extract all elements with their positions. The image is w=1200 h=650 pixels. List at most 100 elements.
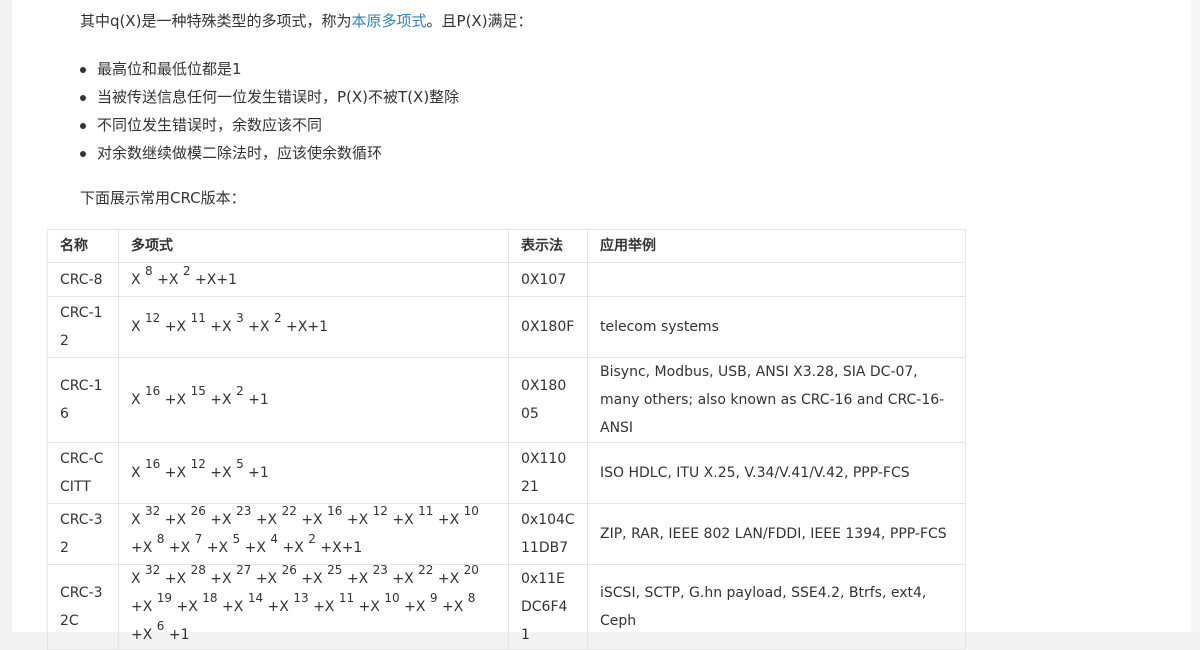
polynomial-term: +X	[244, 540, 266, 556]
polynomial-term: +X	[168, 540, 191, 556]
polynomial-exponent: 8	[467, 591, 476, 605]
polynomial-term: X	[131, 392, 141, 408]
polynomial-cell: X 32 +X 28 +X 27 +X 26 +X 25 +X 23 +X 22…	[118, 563, 509, 650]
table-row: CRC-CCITT X 16 +X 12 +X 5 +1 0X11021 ISO HD…	[47, 442, 966, 504]
article-page: 其中q(X)是一种特殊类型的多项式，称为本原多项式。且P(X)满足： 最高位和最…	[12, 0, 1200, 650]
polynomial-term: +X	[210, 319, 232, 335]
polynomial-exponent: 10	[384, 591, 400, 605]
header-representation: 表示法	[508, 229, 588, 263]
polynomial-exponent: 5	[236, 457, 244, 471]
polynomial-cell: X 16 +X 12 +X 5 +1	[118, 442, 509, 504]
polynomial-exponent: 16	[327, 504, 343, 518]
polynomial-term: +X	[392, 571, 414, 587]
polynomial-term: +X	[346, 571, 369, 587]
polynomial-exponent: 14	[247, 591, 264, 605]
polynomial-term: +X	[164, 319, 187, 335]
header-application: 应用举例	[587, 229, 966, 263]
primitive-polynomial-link[interactable]: 本原多项式	[352, 12, 427, 30]
representation-cell: 0X180F	[508, 296, 588, 358]
polynomial-exponent: 6	[156, 619, 165, 633]
polynomial-exponent: 15	[190, 384, 206, 398]
polynomial-exponent: 11	[338, 591, 355, 605]
polynomial-term: +X	[157, 271, 179, 288]
polynomial-term: X	[131, 271, 141, 288]
polynomial-exponent: 2	[308, 532, 316, 546]
polynomial-term: +X	[358, 599, 380, 615]
crc-name-cell: CRC-32	[47, 503, 119, 565]
polynomial-term: +1	[168, 627, 190, 643]
list-item: 对余数继续做模二除法时，应该使余数循环	[75, 141, 459, 169]
polynomial-term: +X	[282, 540, 304, 556]
polynomial-term: +X	[164, 512, 187, 528]
polynomial-exponent: 27	[236, 563, 252, 577]
polynomial-exponent: 25	[327, 563, 343, 577]
polynomial-term: +X	[392, 512, 414, 528]
polynomial-exponent: 2	[273, 311, 282, 325]
polynomial-exponent: 32	[145, 504, 161, 518]
polynomial-term: X	[131, 319, 141, 335]
application-cell: telecom systems	[587, 296, 966, 358]
polynomial-term: +X+1	[286, 319, 329, 335]
polynomial-exponent: 18	[202, 591, 218, 605]
polynomial-exponent: 7	[194, 532, 203, 546]
polynomial-term: +X+1	[320, 540, 363, 556]
polynomial-exponent: 4	[270, 532, 279, 546]
crc-name-cell: CRC-32C	[47, 564, 119, 650]
crc-name-cell: CRC-CCITT	[47, 442, 119, 504]
polynomial-exponent: 12	[190, 457, 206, 471]
polynomial-term: X	[131, 512, 141, 528]
polynomial-exponent: 23	[372, 563, 388, 577]
polynomial-exponent: 28	[190, 563, 206, 577]
application-cell: ISO HDLC, ITU X.25, V.34/V.41/V.42, PPP-…	[587, 442, 966, 504]
polynomial-exponent: 9	[429, 591, 438, 605]
polynomial-exponent: 16	[145, 384, 161, 398]
application-cell: Bisync, Modbus, USB, ANSI X3.28, SIA DC-…	[587, 357, 966, 443]
table-row: CRC-32C X 32 +X 28 +X 27 +X 26 +X 25 +X 2…	[47, 563, 966, 650]
polynomial-term: +X	[131, 599, 153, 615]
polynomial-term: +X+1	[195, 271, 237, 288]
intro-text-after: 。且P(X)满足：	[426, 12, 533, 30]
polynomial-term: +X	[206, 540, 229, 556]
polynomial-term: +X	[222, 599, 244, 615]
representation-cell: 0x104C11DB7	[508, 503, 588, 565]
polynomial-exponent: 13	[293, 591, 309, 605]
polynomial-term: +X	[313, 599, 335, 615]
list-item: 当被传送信息任何一位发生错误时，P(X)不被T(X)整除	[75, 85, 459, 113]
table-row: CRC-16 X 16 +X 15 +X 2 +1 0X18005 Bisync, M…	[47, 357, 966, 443]
scrollbar-track[interactable]	[1191, 0, 1200, 632]
polynomial-exponent: 20	[463, 563, 479, 577]
polynomial-exponent: 3	[236, 311, 244, 325]
polynomial-exponent: 12	[372, 504, 388, 518]
table-row: CRC-32 X 32 +X 26 +X 23 +X 22 +X 16 +X 12…	[47, 503, 966, 565]
representation-cell: 0X107	[508, 262, 588, 297]
polynomial-term: +X	[210, 392, 232, 408]
polynomial-term: +X	[131, 540, 153, 556]
polynomial-term: +X	[176, 599, 198, 615]
polynomial-term: +X	[255, 512, 278, 528]
polynomial-exponent: 8	[145, 263, 153, 278]
crc-name-cell: CRC-8	[47, 262, 119, 297]
polynomial-exponent: 19	[156, 591, 173, 605]
polynomial-exponent: 11	[190, 311, 206, 325]
polynomial-term: +X	[210, 512, 232, 528]
polynomial-exponent: 11	[418, 504, 434, 518]
representation-cell: 0X18005	[508, 357, 588, 443]
polynomial-exponent: 5	[232, 532, 241, 546]
polynomial-term: +X	[301, 512, 323, 528]
polynomial-exponent: 12	[145, 311, 161, 325]
polynomial-term: X	[131, 465, 141, 481]
polynomial-term: +X	[301, 571, 323, 587]
polynomial-term: X	[131, 571, 141, 587]
intro-text-before: 其中q(X)是一种特殊类型的多项式，称为	[80, 12, 352, 30]
polynomial-exponent: 22	[281, 504, 297, 518]
polynomial-term: +X	[164, 571, 187, 587]
application-cell	[587, 262, 966, 297]
list-item: 最高位和最低位都是1	[75, 57, 459, 85]
representation-cell: 0x11EDC6F41	[508, 564, 588, 650]
polynomial-cell: X 16 +X 15 +X 2 +1	[118, 357, 509, 443]
polynomial-exponent: 32	[145, 563, 161, 577]
polynomial-term: +X	[210, 571, 232, 587]
representation-cell: 0X11021	[508, 442, 588, 504]
crc-name-cell: CRC-12	[47, 296, 119, 358]
crc-table: 名称 多项式 表示法 应用举例 CRC-8 X 8 +X 2 +X+1 0X107 C…	[47, 229, 966, 650]
